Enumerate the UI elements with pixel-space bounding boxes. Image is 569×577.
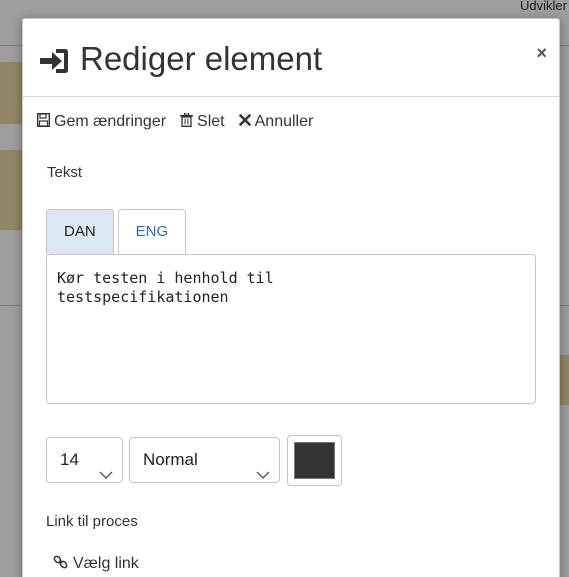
choose-link-button[interactable]: Vælg link — [53, 553, 139, 575]
edit-element-dialog: Rediger element × Gem ændringer Slet Ann… — [22, 18, 560, 577]
chevron-down-icon — [256, 453, 270, 497]
font-weight-value: Normal — [143, 450, 198, 469]
sign-in-icon — [38, 45, 70, 77]
font-size-value: 14 — [60, 450, 79, 469]
language-tabs: DAN ENG — [46, 209, 190, 255]
save-changes-label: Gem ændringer — [54, 113, 167, 130]
close-button[interactable]: × — [536, 43, 547, 63]
font-size-select[interactable]: 14 — [46, 437, 123, 483]
dialog-title: Rediger element — [80, 40, 323, 77]
link-section-label: Link til proces — [46, 513, 138, 530]
chevron-down-icon — [99, 453, 113, 497]
dialog-header: Rediger element × — [23, 19, 559, 97]
choose-link-label: Vælg link — [73, 555, 139, 572]
trash-icon — [180, 112, 197, 132]
cancel-button[interactable]: Annuller — [238, 113, 314, 131]
color-swatch — [294, 442, 335, 479]
cancel-label: Annuller — [254, 113, 314, 130]
save-changes-button[interactable]: Gem ændringer — [36, 112, 167, 132]
tab-dan[interactable]: DAN — [46, 209, 114, 254]
floppy-disk-icon — [36, 112, 54, 132]
delete-button[interactable]: Slet — [180, 112, 225, 132]
link-icon — [53, 555, 73, 574]
font-weight-select[interactable]: Normal — [129, 437, 280, 483]
tab-eng[interactable]: ENG — [117, 209, 187, 254]
dialog-toolbar: Gem ændringer Slet Annuller — [36, 111, 327, 133]
text-input[interactable]: Kør testen i henhold til testspecifikati… — [46, 254, 536, 404]
color-picker[interactable] — [287, 435, 342, 486]
text-section-label: Tekst — [47, 164, 83, 181]
delete-label: Slet — [197, 113, 225, 130]
close-icon — [238, 113, 255, 131]
